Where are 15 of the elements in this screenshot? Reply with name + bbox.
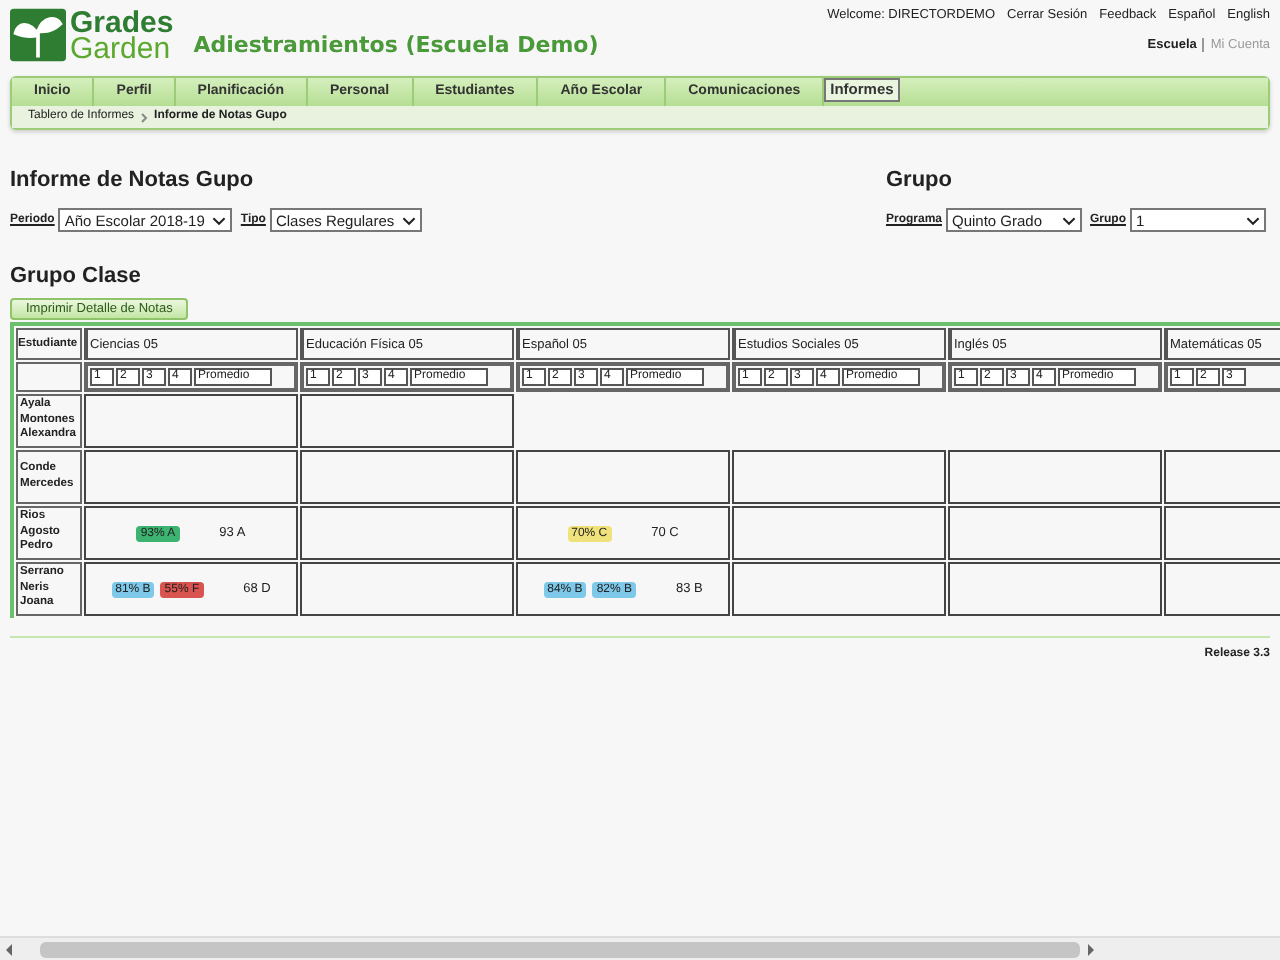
horizontal-scrollbar[interactable] <box>0 936 1280 960</box>
scroll-right-icon[interactable] <box>1084 941 1096 957</box>
chevron-icon <box>140 111 149 123</box>
section-title: Grupo <box>885 168 954 192</box>
scroll-left-icon[interactable] <box>4 941 16 957</box>
school-title: Adiestramientos (Escuela Demo) <box>193 32 599 58</box>
logo-text: Grades <box>70 9 174 35</box>
caret-icon <box>212 215 227 225</box>
section-title: Grupo Clase <box>10 264 143 288</box>
section-title: Informe de Notas Gupo <box>10 168 256 192</box>
caret-icon <box>1246 215 1260 225</box>
caret-icon <box>402 215 417 225</box>
logo-text: Garden <box>70 35 171 61</box>
plant-logo-icon <box>10 8 66 62</box>
caret-icon <box>1062 215 1076 225</box>
